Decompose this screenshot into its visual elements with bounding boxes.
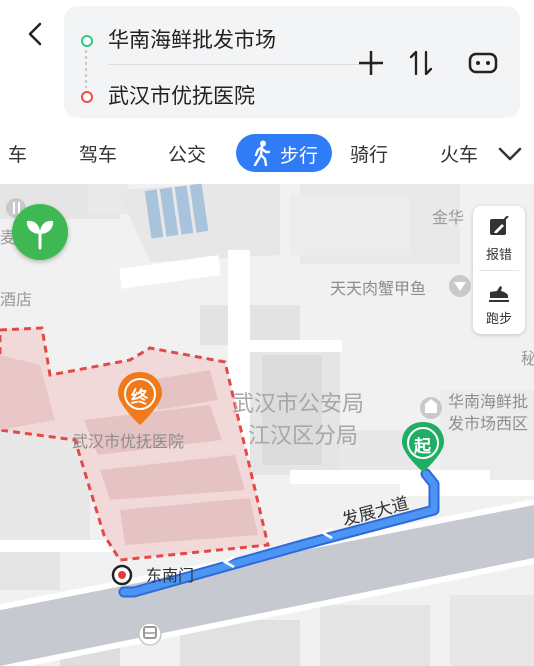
- shop-poi-icon[interactable]: [449, 275, 471, 297]
- map-label-hospital[interactable]: 武汉市优抚医院: [72, 428, 184, 452]
- map-view[interactable]: 金华 天天肉蟹甲鱼 华南海鲜批 发市场西区 武汉市公安局 江汉区分局 武汉市优抚…: [0, 184, 534, 666]
- market-poi-icon[interactable]: [420, 397, 442, 419]
- walk-icon: [253, 140, 271, 166]
- tab-transit[interactable]: 公交: [168, 140, 206, 167]
- tool-divider: [479, 270, 519, 271]
- report-error-label: 报错: [485, 248, 512, 263]
- add-waypoint-button[interactable]: [354, 46, 388, 80]
- map-label-left-1: 酒店: [0, 290, 33, 309]
- more-modes-button[interactable]: [496, 140, 524, 168]
- swap-route-button[interactable]: [404, 46, 438, 80]
- chevron-left-icon: [28, 22, 42, 46]
- map-label-market-2[interactable]: 发市场西区: [448, 410, 528, 434]
- run-button[interactable]: 跑步: [473, 272, 525, 334]
- end-marker-label: 终: [131, 388, 148, 408]
- car-icon: [468, 52, 498, 74]
- run-label: 跑步: [485, 312, 512, 327]
- plus-icon: [359, 51, 383, 75]
- bus-stop-icon[interactable]: [138, 622, 162, 646]
- car-mode-button[interactable]: [466, 46, 500, 80]
- route-connector: [85, 50, 87, 88]
- transport-mode-tabs: 车 驾车 公交 步行 骑行 火车: [0, 126, 534, 184]
- report-error-button[interactable]: 报错: [473, 208, 525, 270]
- start-point-dot: [81, 35, 93, 47]
- tab-walk-label: 步行: [280, 145, 319, 167]
- start-marker-label: 起: [414, 437, 431, 457]
- route-header: 华南海鲜批发市场 武汉市优抚医院: [0, 0, 534, 126]
- tab-drive[interactable]: 驾车: [79, 140, 117, 167]
- map-label-police-1: 武汉市公安局: [232, 392, 365, 417]
- map-label-shop[interactable]: 天天肉蟹甲鱼: [330, 275, 426, 299]
- map-label-gate[interactable]: 东南门: [146, 562, 194, 586]
- field-divider: [108, 64, 378, 65]
- tab-bike[interactable]: 骑行: [350, 140, 388, 167]
- map-label-market[interactable]: 华南海鲜批: [448, 388, 528, 412]
- tab-train[interactable]: 火车: [440, 140, 478, 167]
- back-button[interactable]: [18, 18, 52, 52]
- destination-field[interactable]: 武汉市优抚医院: [108, 80, 255, 110]
- tab-taxi[interactable]: 车: [8, 140, 27, 167]
- map-label-jinhua: 金华: [432, 208, 465, 227]
- eco-sprout-button[interactable]: [12, 204, 68, 260]
- swap-icon: [409, 50, 433, 76]
- map-label-right: 秘: [521, 349, 534, 368]
- map-label-police-2: 江汉区分局: [248, 424, 359, 449]
- origin-field[interactable]: 华南海鲜批发市场: [108, 24, 276, 54]
- edit-icon: [490, 216, 509, 235]
- route-input-box: 华南海鲜批发市场 武汉市优抚医院: [64, 6, 520, 118]
- chevron-down-icon: [498, 147, 522, 161]
- map-tool-panel: 报错 跑步: [473, 206, 525, 334]
- tab-walk[interactable]: 步行: [236, 134, 332, 172]
- end-point-dot: [81, 91, 93, 103]
- shoe-icon: [489, 286, 509, 302]
- sprout-icon: [26, 220, 54, 250]
